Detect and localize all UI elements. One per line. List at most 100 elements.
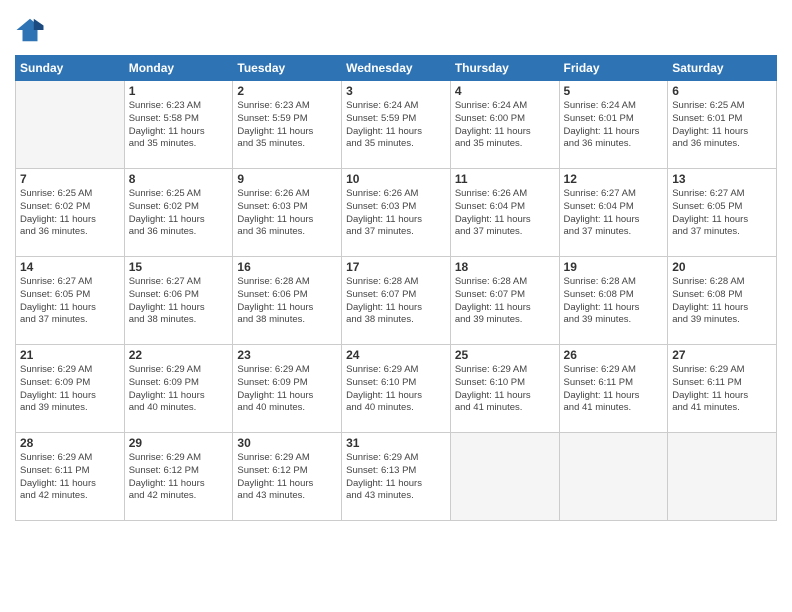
calendar: SundayMondayTuesdayWednesdayThursdayFrid… <box>15 55 777 521</box>
day-cell: 29 Sunrise: 6:29 AM Sunset: 6:12 PM Dayli… <box>124 433 233 521</box>
day-cell <box>450 433 559 521</box>
day-info: Sunrise: 6:29 AM Sunset: 6:09 PM Dayligh… <box>237 364 337 415</box>
day-cell: 2 Sunrise: 6:23 AM Sunset: 5:59 PM Daylig… <box>233 81 342 169</box>
logo <box>15 15 49 45</box>
day-cell: 13 Sunrise: 6:27 AM Sunset: 6:05 PM Dayli… <box>668 169 777 257</box>
day-info: Sunrise: 6:29 AM Sunset: 6:13 PM Dayligh… <box>346 452 446 503</box>
day-cell: 17Sunrise: 6:28 AM Sunset: 6:07 PM Dayli… <box>342 257 451 345</box>
day-cell: 27 Sunrise: 6:29 AM Sunset: 6:11 PM Dayli… <box>668 345 777 433</box>
header-thursday: Thursday <box>450 56 559 81</box>
day-number: 11 <box>455 172 555 186</box>
day-info: Sunrise: 6:27 AM Sunset: 6:05 PM Dayligh… <box>20 276 120 327</box>
day-number: 29 <box>129 436 229 450</box>
header <box>15 15 777 45</box>
day-number: 18 <box>455 260 555 274</box>
calendar-header-row: SundayMondayTuesdayWednesdayThursdayFrid… <box>16 56 777 81</box>
day-info: Sunrise: 6:25 AM Sunset: 6:01 PM Dayligh… <box>672 100 772 151</box>
day-info: Sunrise: 6:27 AM Sunset: 6:04 PM Dayligh… <box>564 188 664 239</box>
day-info: Sunrise: 6:29 AM Sunset: 6:09 PM Dayligh… <box>129 364 229 415</box>
day-cell: 28 Sunrise: 6:29 AM Sunset: 6:11 PM Dayli… <box>16 433 125 521</box>
week-row-5: 28 Sunrise: 6:29 AM Sunset: 6:11 PM Dayli… <box>16 433 777 521</box>
day-cell <box>668 433 777 521</box>
day-number: 1 <box>129 84 229 98</box>
day-cell: 9 Sunrise: 6:26 AM Sunset: 6:03 PM Daylig… <box>233 169 342 257</box>
week-row-2: 7Sunrise: 6:25 AM Sunset: 6:02 PM Daylig… <box>16 169 777 257</box>
day-info: Sunrise: 6:29 AM Sunset: 6:11 PM Dayligh… <box>564 364 664 415</box>
day-info: Sunrise: 6:28 AM Sunset: 6:08 PM Dayligh… <box>672 276 772 327</box>
header-sunday: Sunday <box>16 56 125 81</box>
day-info: Sunrise: 6:27 AM Sunset: 6:05 PM Dayligh… <box>672 188 772 239</box>
day-cell: 6Sunrise: 6:25 AM Sunset: 6:01 PM Daylig… <box>668 81 777 169</box>
week-row-3: 14 Sunrise: 6:27 AM Sunset: 6:05 PM Dayli… <box>16 257 777 345</box>
day-info: Sunrise: 6:27 AM Sunset: 6:06 PM Dayligh… <box>129 276 229 327</box>
day-info: Sunrise: 6:24 AM Sunset: 6:01 PM Dayligh… <box>564 100 664 151</box>
day-number: 12 <box>564 172 664 186</box>
day-cell: 14 Sunrise: 6:27 AM Sunset: 6:05 PM Dayli… <box>16 257 125 345</box>
day-number: 10 <box>346 172 446 186</box>
logo-icon <box>15 15 45 45</box>
header-saturday: Saturday <box>668 56 777 81</box>
day-number: 16 <box>237 260 337 274</box>
day-info: Sunrise: 6:26 AM Sunset: 6:04 PM Dayligh… <box>455 188 555 239</box>
day-number: 24 <box>346 348 446 362</box>
day-cell: 26Sunrise: 6:29 AM Sunset: 6:11 PM Dayli… <box>559 345 668 433</box>
week-row-1: 1 Sunrise: 6:23 AM Sunset: 5:58 PM Daylig… <box>16 81 777 169</box>
day-number: 13 <box>672 172 772 186</box>
day-number: 5 <box>564 84 664 98</box>
day-info: Sunrise: 6:29 AM Sunset: 6:12 PM Dayligh… <box>129 452 229 503</box>
day-number: 20 <box>672 260 772 274</box>
day-number: 27 <box>672 348 772 362</box>
day-info: Sunrise: 6:28 AM Sunset: 6:06 PM Dayligh… <box>237 276 337 327</box>
day-number: 28 <box>20 436 120 450</box>
day-number: 9 <box>237 172 337 186</box>
week-row-4: 21Sunrise: 6:29 AM Sunset: 6:09 PM Dayli… <box>16 345 777 433</box>
header-friday: Friday <box>559 56 668 81</box>
day-cell: 21Sunrise: 6:29 AM Sunset: 6:09 PM Dayli… <box>16 345 125 433</box>
day-info: Sunrise: 6:29 AM Sunset: 6:11 PM Dayligh… <box>20 452 120 503</box>
day-cell: 24 Sunrise: 6:29 AM Sunset: 6:10 PM Dayli… <box>342 345 451 433</box>
day-cell: 30Sunrise: 6:29 AM Sunset: 6:12 PM Dayli… <box>233 433 342 521</box>
day-cell: 16 Sunrise: 6:28 AM Sunset: 6:06 PM Dayli… <box>233 257 342 345</box>
day-number: 3 <box>346 84 446 98</box>
day-info: Sunrise: 6:23 AM Sunset: 5:59 PM Dayligh… <box>237 100 337 151</box>
day-cell: 31 Sunrise: 6:29 AM Sunset: 6:13 PM Dayli… <box>342 433 451 521</box>
day-number: 23 <box>237 348 337 362</box>
day-info: Sunrise: 6:23 AM Sunset: 5:58 PM Dayligh… <box>129 100 229 151</box>
day-number: 31 <box>346 436 446 450</box>
day-info: Sunrise: 6:24 AM Sunset: 5:59 PM Dayligh… <box>346 100 446 151</box>
day-number: 19 <box>564 260 664 274</box>
day-cell: 20 Sunrise: 6:28 AM Sunset: 6:08 PM Dayli… <box>668 257 777 345</box>
header-wednesday: Wednesday <box>342 56 451 81</box>
day-number: 22 <box>129 348 229 362</box>
day-cell: 19 Sunrise: 6:28 AM Sunset: 6:08 PM Dayli… <box>559 257 668 345</box>
day-info: Sunrise: 6:28 AM Sunset: 6:08 PM Dayligh… <box>564 276 664 327</box>
day-number: 17 <box>346 260 446 274</box>
day-cell: 1 Sunrise: 6:23 AM Sunset: 5:58 PM Daylig… <box>124 81 233 169</box>
day-cell: 5 Sunrise: 6:24 AM Sunset: 6:01 PM Daylig… <box>559 81 668 169</box>
day-cell <box>16 81 125 169</box>
day-info: Sunrise: 6:24 AM Sunset: 6:00 PM Dayligh… <box>455 100 555 151</box>
day-number: 14 <box>20 260 120 274</box>
day-info: Sunrise: 6:26 AM Sunset: 6:03 PM Dayligh… <box>237 188 337 239</box>
day-number: 15 <box>129 260 229 274</box>
day-info: Sunrise: 6:29 AM Sunset: 6:11 PM Dayligh… <box>672 364 772 415</box>
day-info: Sunrise: 6:29 AM Sunset: 6:09 PM Dayligh… <box>20 364 120 415</box>
day-cell: 4 Sunrise: 6:24 AM Sunset: 6:00 PM Daylig… <box>450 81 559 169</box>
day-cell: 3 Sunrise: 6:24 AM Sunset: 5:59 PM Daylig… <box>342 81 451 169</box>
day-cell: 18 Sunrise: 6:28 AM Sunset: 6:07 PM Dayli… <box>450 257 559 345</box>
day-cell: 23 Sunrise: 6:29 AM Sunset: 6:09 PM Dayli… <box>233 345 342 433</box>
day-info: Sunrise: 6:28 AM Sunset: 6:07 PM Dayligh… <box>455 276 555 327</box>
day-info: Sunrise: 6:29 AM Sunset: 6:10 PM Dayligh… <box>346 364 446 415</box>
day-number: 4 <box>455 84 555 98</box>
day-info: Sunrise: 6:26 AM Sunset: 6:03 PM Dayligh… <box>346 188 446 239</box>
day-cell: 12 Sunrise: 6:27 AM Sunset: 6:04 PM Dayli… <box>559 169 668 257</box>
day-number: 7 <box>20 172 120 186</box>
day-cell: 22 Sunrise: 6:29 AM Sunset: 6:09 PM Dayli… <box>124 345 233 433</box>
day-cell <box>559 433 668 521</box>
day-cell: 25Sunrise: 6:29 AM Sunset: 6:10 PM Dayli… <box>450 345 559 433</box>
day-number: 2 <box>237 84 337 98</box>
day-cell: 8Sunrise: 6:25 AM Sunset: 6:02 PM Daylig… <box>124 169 233 257</box>
header-monday: Monday <box>124 56 233 81</box>
day-number: 8 <box>129 172 229 186</box>
header-tuesday: Tuesday <box>233 56 342 81</box>
